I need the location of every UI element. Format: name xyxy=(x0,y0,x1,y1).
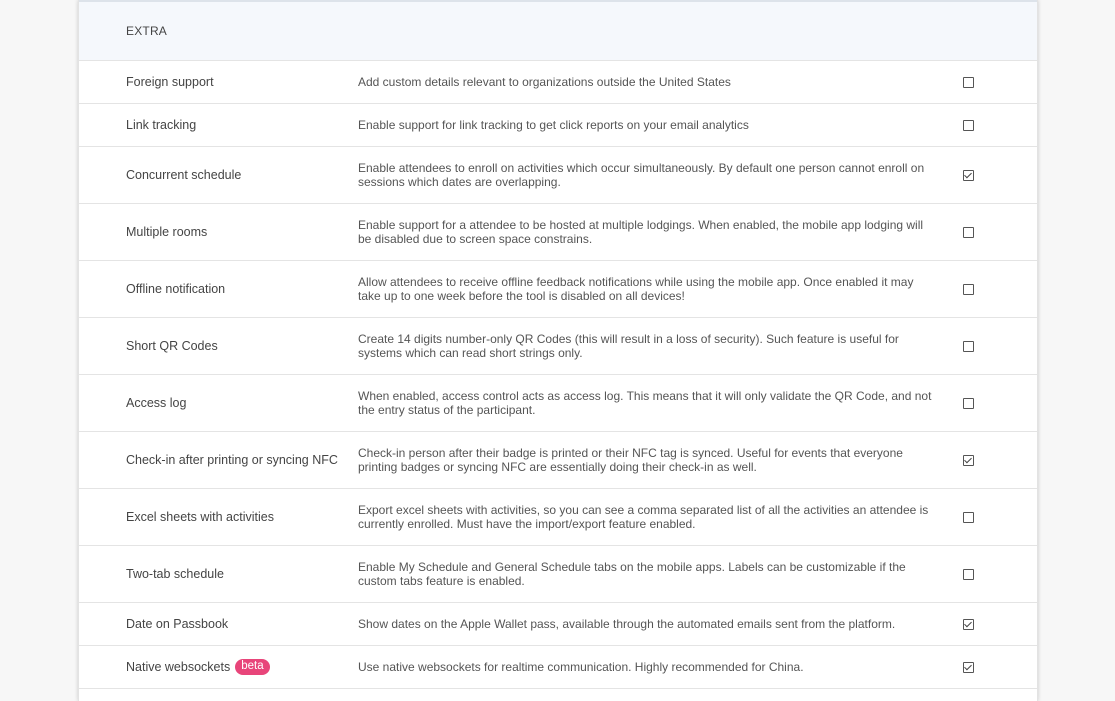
multiple-rooms-checkbox[interactable] xyxy=(962,226,974,238)
section-title: EXTRA xyxy=(126,24,168,38)
setting-description: Use native websockets for realtime commu… xyxy=(358,660,804,674)
foreign-support-checkbox[interactable] xyxy=(962,76,974,88)
setting-name: Short QR Codes xyxy=(126,339,218,353)
setting-description: When enabled, access control acts as acc… xyxy=(358,389,932,417)
setting-row-date-on-passbook: Date on Passbook Show dates on the Apple… xyxy=(79,603,1037,646)
setting-row-excel-sheets: Excel sheets with activities Export exce… xyxy=(79,489,1037,546)
setting-row-multiple-rooms: Multiple rooms Enable support for a atte… xyxy=(79,204,1037,261)
setting-row-two-tab-schedule: Two-tab schedule Enable My Schedule and … xyxy=(79,546,1037,603)
setting-description: Create 14 digits number-only QR Codes (t… xyxy=(358,332,899,360)
setting-description: Add custom details relevant to organizat… xyxy=(358,75,731,89)
setting-name: Check-in after printing or syncing NFC xyxy=(126,453,338,467)
offline-notification-checkbox[interactable] xyxy=(962,283,974,295)
setting-row-check-in-after-printing: Check-in after printing or syncing NFC C… xyxy=(79,432,1037,489)
setting-description: Export excel sheets with activities, so … xyxy=(358,503,929,531)
setting-name: Link tracking xyxy=(126,118,197,132)
setting-description: Enable My Schedule and General Schedule … xyxy=(358,560,906,588)
settings-panel: EXTRA Foreign support Add custom details… xyxy=(78,0,1038,701)
setting-row-foreign-support: Foreign support Add custom details relev… xyxy=(79,61,1037,104)
beta-badge: beta xyxy=(235,659,270,675)
setting-name: Concurrent schedule xyxy=(126,168,242,182)
setting-description: Check-in person after their badge is pri… xyxy=(358,446,903,474)
link-tracking-checkbox[interactable] xyxy=(962,119,974,131)
setting-name: Native websockets xyxy=(126,660,231,674)
setting-name: Date on Passbook xyxy=(126,617,229,631)
setting-description: Enable attendees to enroll on activities… xyxy=(358,161,925,189)
setting-row-short-qr-codes: Short QR Codes Create 14 digits number-o… xyxy=(79,318,1037,375)
short-qr-codes-checkbox[interactable] xyxy=(962,340,974,352)
two-tab-schedule-checkbox[interactable] xyxy=(962,568,974,580)
setting-description: Enable support for link tracking to get … xyxy=(358,118,749,132)
setting-description: Enable support for a attendee to be host… xyxy=(358,218,924,246)
setting-name: Offline notification xyxy=(126,282,226,296)
setting-name: Multiple rooms xyxy=(126,225,208,239)
setting-name: Foreign support xyxy=(126,75,214,89)
setting-row-access-log: Access log When enabled, access control … xyxy=(79,375,1037,432)
setting-name: Excel sheets with activities xyxy=(126,510,274,524)
access-log-checkbox[interactable] xyxy=(962,397,974,409)
setting-description: Show dates on the Apple Wallet pass, ava… xyxy=(358,617,896,631)
setting-name: Access log xyxy=(126,396,187,410)
setting-row-concurrent-schedule: Concurrent schedule Enable attendees to … xyxy=(79,147,1037,204)
excel-sheets-checkbox[interactable] xyxy=(962,511,974,523)
date-on-passbook-checkbox[interactable] xyxy=(962,618,974,630)
setting-row-partial xyxy=(79,689,1037,701)
setting-row-offline-notification: Offline notification Allow attendees to … xyxy=(79,261,1037,318)
concurrent-schedule-checkbox[interactable] xyxy=(962,169,974,181)
native-websockets-checkbox[interactable] xyxy=(962,661,974,673)
setting-row-native-websockets: Native websockets beta Use native websoc… xyxy=(79,646,1037,689)
section-header: EXTRA xyxy=(79,0,1037,61)
setting-description: Allow attendees to receive offline feedb… xyxy=(358,275,914,303)
setting-row-link-tracking: Link tracking Enable support for link tr… xyxy=(79,104,1037,147)
setting-name: Two-tab schedule xyxy=(126,567,224,581)
check-in-after-printing-checkbox[interactable] xyxy=(962,454,974,466)
